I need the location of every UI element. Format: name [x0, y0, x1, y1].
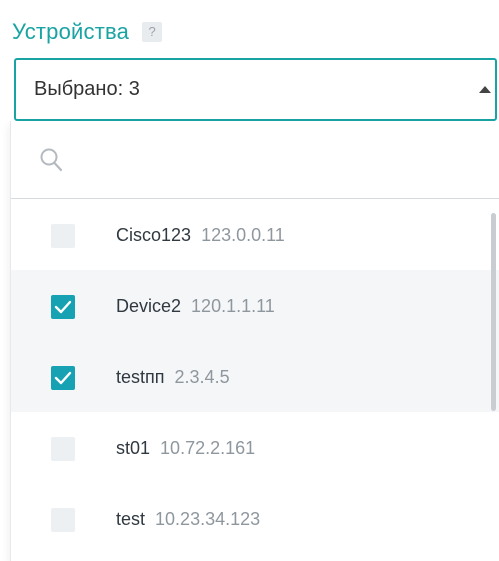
- device-ip: 120.1.1.11: [191, 296, 275, 316]
- device-ip: 10.72.2.161: [160, 438, 256, 458]
- option-item[interactable]: test 10.23.34.123: [11, 483, 499, 554]
- option-item[interactable]: testпп 2.3.4.5: [11, 341, 499, 412]
- dropdown-panel: Cisco123 123.0.0.11 Device2 120.1.1.11 t…: [10, 121, 499, 561]
- device-name: Device2: [116, 296, 182, 316]
- device-name: testпп: [116, 367, 165, 387]
- device-ip: 10.23.34.123: [155, 509, 261, 529]
- device-ip: 123.0.0.11: [201, 225, 285, 245]
- option-label: st01 10.72.2.161: [116, 412, 255, 485]
- checkbox-checked[interactable]: [51, 295, 75, 319]
- caret-up-icon[interactable]: [479, 86, 491, 93]
- select-value: Выбрано: 3: [34, 78, 140, 100]
- scrollbar-thumb[interactable]: [491, 213, 496, 411]
- field-label: Устройства: [12, 19, 130, 44]
- checkbox[interactable]: [51, 224, 75, 248]
- option-label: Cisco123 123.0.0.11: [116, 199, 285, 272]
- check-icon: [54, 300, 72, 314]
- options-list: Cisco123 123.0.0.11 Device2 120.1.1.11 t…: [11, 199, 499, 554]
- search-input[interactable]: [73, 139, 477, 181]
- search-icon: [40, 148, 63, 172]
- option-label: testпп 2.3.4.5: [116, 341, 230, 414]
- checkbox[interactable]: [51, 437, 75, 461]
- option-label: test 10.23.34.123: [116, 483, 260, 556]
- option-item[interactable]: st01 10.72.2.161: [11, 412, 499, 483]
- device-ip: 2.3.4.5: [174, 367, 230, 387]
- device-name: test: [116, 509, 146, 529]
- search-row: [11, 121, 499, 199]
- device-name: st01: [116, 438, 151, 458]
- option-item[interactable]: Device2 120.1.1.11: [11, 270, 499, 341]
- device-name: Cisco123: [116, 225, 192, 245]
- option-label: Device2 120.1.1.11: [116, 270, 275, 343]
- check-icon: [54, 371, 72, 385]
- devices-select[interactable]: Выбрано: 3: [14, 58, 497, 121]
- checkbox[interactable]: [51, 508, 75, 532]
- help-icon[interactable]: ?: [142, 22, 163, 42]
- checkbox-checked[interactable]: [51, 366, 75, 390]
- option-item[interactable]: Cisco123 123.0.0.11: [11, 199, 499, 270]
- field-label-row: Устройства ?: [12, 14, 163, 50]
